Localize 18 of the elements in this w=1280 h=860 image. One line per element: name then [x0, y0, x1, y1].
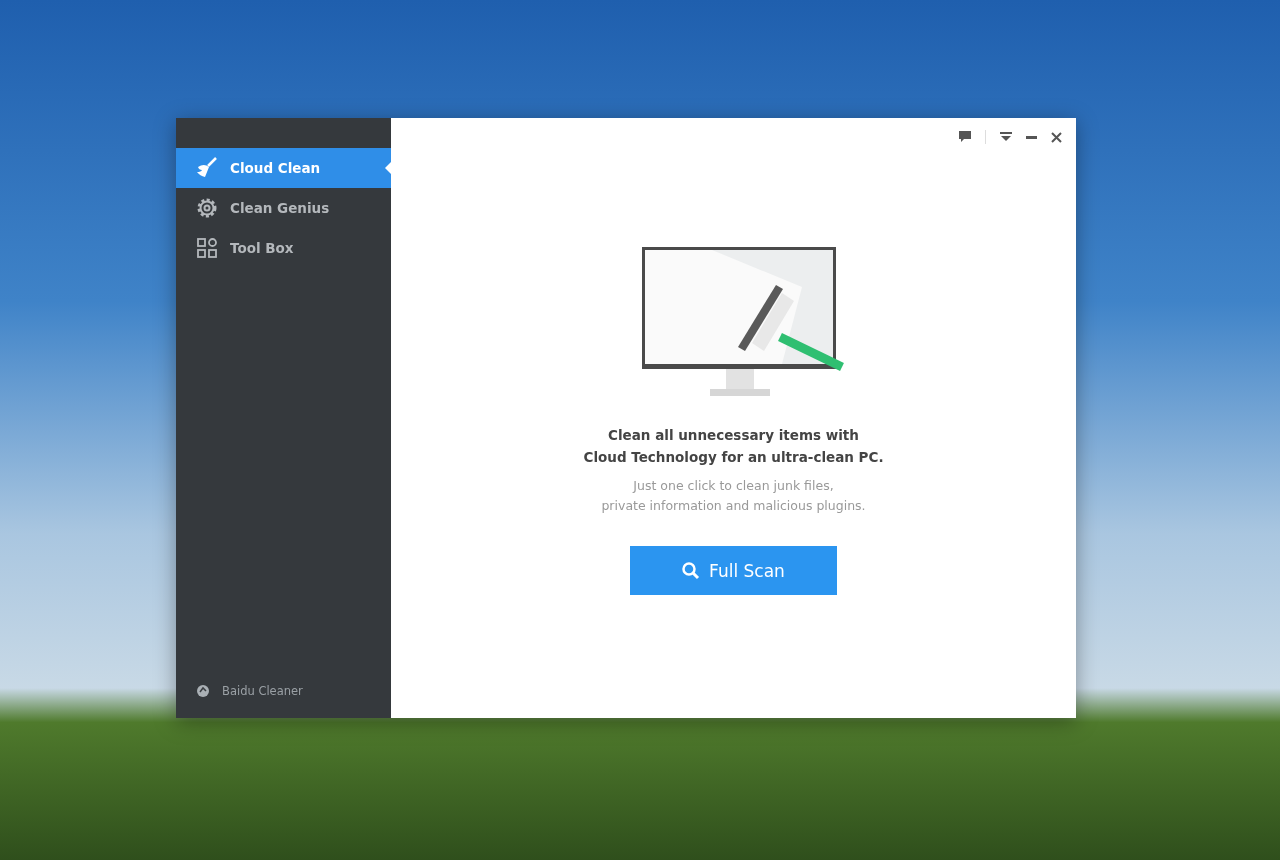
grid-icon [196, 237, 218, 259]
feedback-icon[interactable] [959, 131, 971, 143]
gear-icon [196, 197, 218, 219]
close-icon[interactable] [1051, 131, 1062, 143]
dropdown-menu-icon[interactable] [1000, 132, 1012, 142]
minimize-icon[interactable] [1026, 135, 1037, 139]
logo-icon [196, 684, 210, 698]
search-icon [682, 561, 701, 580]
sidebar-item[interactable]: Clean Genius [176, 188, 391, 228]
headline-text: Clean all unnecessary items with [607, 426, 860, 445]
sidebar-item[interactable]: Tool Box [176, 228, 391, 268]
full-scan-button[interactable]: Full Scan [630, 546, 837, 595]
description-text: private information and malicious plugins. [601, 497, 866, 515]
description-text: Just one click to clean junk files, [631, 477, 835, 495]
broom-icon [196, 157, 218, 179]
sidebar-item[interactable]: Cloud Clean [176, 148, 391, 188]
app-name: Baidu Cleaner [222, 684, 303, 698]
headline-text: Cloud Technology for an ultra-clean PC. [583, 448, 884, 467]
